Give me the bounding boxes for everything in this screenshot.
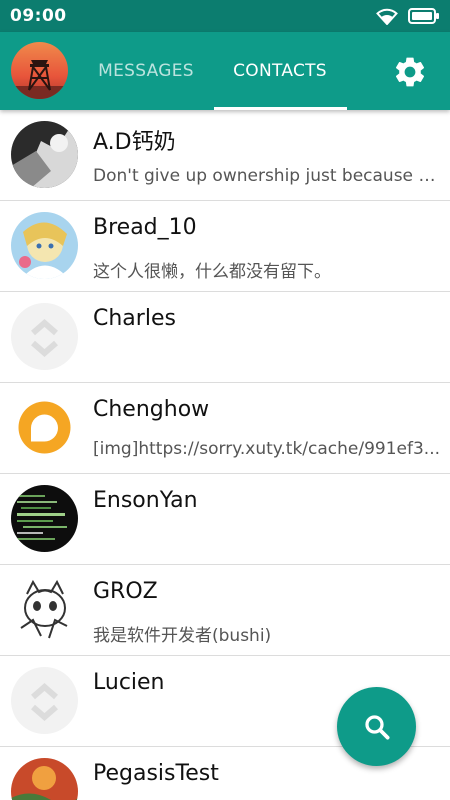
contact-last-message: Don't give up ownership just because you… [93,166,443,186]
app-bar: MESSAGES CONTACTS [0,32,450,110]
default-avatar [11,303,78,370]
contact-last-message: 这个人很懒，什么都没有留下。 [93,262,331,282]
contact-name: Chenghow [93,397,210,422]
user-avatar[interactable] [11,42,68,99]
contact-row[interactable]: EnsonYan [0,474,450,565]
default-avatar [11,667,78,734]
contact-name: EnsonYan [93,488,198,513]
contact-name: A.D钙奶 [93,130,176,155]
contact-avatar [11,485,78,552]
contact-last-message: [img]https://sorry.xuty.tk/cache/991ef3.… [93,439,441,459]
contact-name: GROZ [93,579,158,604]
contact-last-message: 我是软件开发者(bushi) [93,626,272,646]
status-icons [376,7,440,25]
settings-button[interactable] [390,52,430,92]
contact-row[interactable]: Charles [0,292,450,383]
contact-name: Lucien [93,670,165,695]
contact-name: PegasisTest [93,761,219,786]
contact-row[interactable]: A.D钙奶 Don't give up ownership just becau… [0,110,450,201]
search-button[interactable] [337,687,416,766]
contact-avatar [11,576,78,643]
contact-avatar [11,394,78,461]
tab-messages[interactable]: MESSAGES [82,32,210,110]
status-bar: 09:00 [0,0,450,32]
contact-row[interactable]: GROZ 我是软件开发者(bushi) [0,565,450,656]
tab-contacts[interactable]: CONTACTS [214,32,346,110]
wifi-icon [376,8,398,25]
battery-icon [408,8,439,24]
contact-avatar [11,212,78,279]
contact-name: Charles [93,306,176,331]
contact-avatar [11,758,78,800]
gear-icon [395,57,425,87]
search-icon [364,714,389,739]
contact-row[interactable]: Chenghow [img]https://sorry.xuty.tk/cach… [0,383,450,474]
contact-avatar [11,121,78,188]
contact-name: Bread_10 [93,215,197,240]
contact-row[interactable]: Bread_10 这个人很懒，什么都没有留下。 [0,201,450,292]
status-time: 09:00 [10,6,67,26]
